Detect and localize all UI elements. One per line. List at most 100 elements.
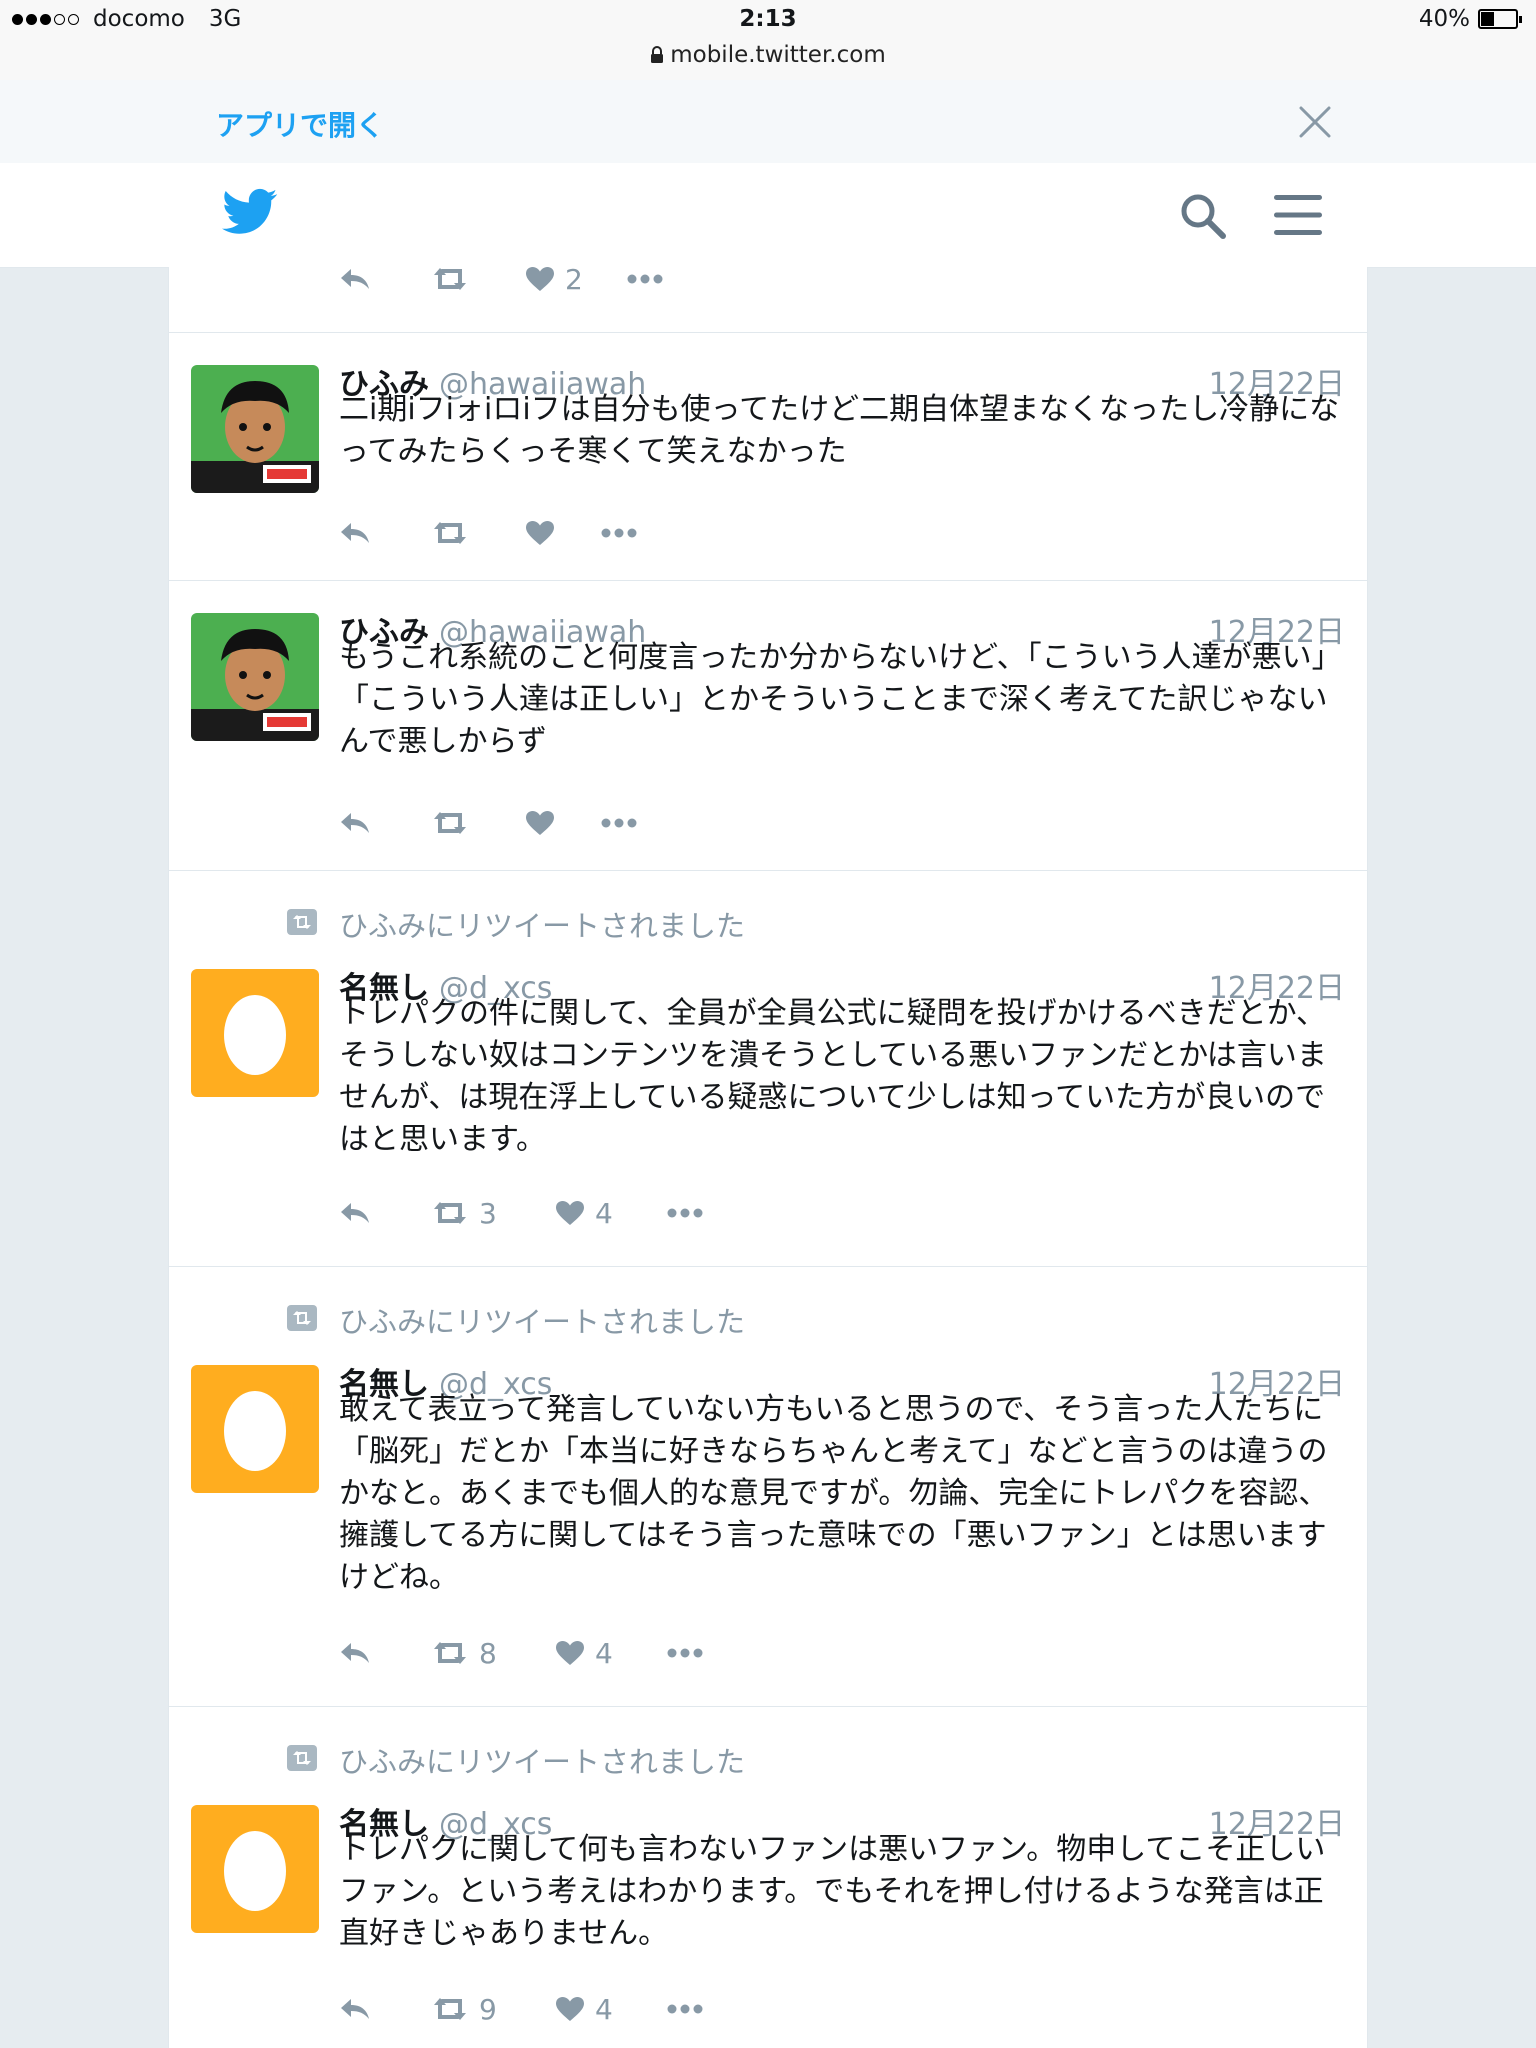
battery-status: 40% [1418, 6, 1522, 32]
more-icon [601, 818, 637, 828]
retweet-button[interactable]: 9 [431, 1989, 497, 2029]
avatar[interactable] [191, 365, 319, 493]
more-button[interactable] [667, 1193, 703, 1233]
more-button[interactable] [601, 513, 637, 553]
url-text: mobile.twitter.com [670, 42, 886, 68]
retweet-icon [434, 812, 466, 834]
anime-avatar-icon [191, 613, 319, 741]
url-bar[interactable]: mobile.twitter.com [0, 42, 1536, 68]
reply-icon [341, 813, 369, 833]
avatar[interactable] [191, 1805, 319, 1933]
retweet-icon [434, 1202, 466, 1224]
heart-icon [526, 521, 554, 545]
tweet-actions [339, 803, 739, 843]
search-icon[interactable] [1178, 191, 1228, 241]
avatar[interactable] [191, 1365, 319, 1493]
reply-icon [341, 269, 369, 289]
egg-avatar-icon [224, 1831, 286, 1911]
reply-button[interactable] [339, 1633, 371, 1673]
like-button[interactable]: 4 [555, 1633, 613, 1673]
retweet-button[interactable] [431, 513, 469, 553]
more-icon [667, 2004, 703, 2014]
like-count: 4 [595, 1636, 613, 1670]
like-count: 4 [595, 1992, 613, 2026]
retweet-indicator-icon [287, 909, 317, 935]
like-button[interactable]: 4 [555, 1989, 613, 2029]
twitter-bird-icon[interactable] [222, 187, 278, 237]
like-count: 2 [565, 267, 583, 296]
status-time: 2:13 [739, 6, 797, 32]
tweet-retweeted[interactable]: ひふみにリツイートされました 名無し @d_xcs 12月22日 トレパクに関して… [169, 1707, 1367, 2048]
retweet-count: 3 [479, 1196, 497, 1230]
reply-icon [341, 1203, 369, 1223]
like-count: 4 [595, 1196, 613, 1230]
heart-icon [556, 1997, 584, 2021]
heart-icon [556, 1641, 584, 1665]
reply-button[interactable] [339, 1193, 371, 1233]
retweet-button[interactable] [431, 267, 469, 299]
tweet-text: トレパクの件に関して、全員が全員公式に疑問を投げかけるべきだとか、そうしない奴は… [339, 996, 1327, 1157]
like-button[interactable] [525, 803, 555, 843]
open-in-app-link[interactable]: アプリで開く [216, 104, 384, 144]
tweet-partial[interactable]: 2 [169, 267, 1367, 333]
tweet-actions: 2 [339, 267, 739, 299]
retweeted-by-label[interactable]: ひふみにリツイートされました [339, 1299, 745, 1341]
lock-icon [651, 46, 664, 63]
more-button[interactable] [667, 1633, 703, 1673]
like-button[interactable]: 4 [555, 1193, 613, 1233]
anime-avatar-icon [191, 365, 319, 493]
tweet-text: もうこれ系統のこと何度言ったか分からないけど、「こういう人達が悪い」「こういう人… [339, 640, 1342, 759]
status-bar: docomo 3G 2:13 mobile.twitter.com 40% [0, 0, 1536, 81]
more-button[interactable] [667, 1989, 703, 2029]
menu-icon[interactable] [1272, 193, 1324, 237]
like-button[interactable] [525, 513, 555, 553]
timeline: 2 ひふみ @hawaiiawah 12月22日 二i期iフiォiロiフは自分も… [168, 267, 1368, 2048]
battery-icon [1478, 9, 1522, 29]
tweet-actions: 9 4 [339, 1989, 739, 2029]
tweet-retweeted[interactable]: ひふみにリツイートされました 名無し @d_xcs 12月22日 トレパクの件に関… [169, 871, 1367, 1267]
tweet-actions: 8 4 [339, 1633, 739, 1673]
retweet-icon [434, 1642, 466, 1664]
heart-icon [526, 267, 554, 291]
heart-icon [526, 811, 554, 835]
retweet-button[interactable] [431, 803, 469, 843]
retweet-icon [434, 1998, 466, 2020]
reply-button[interactable] [339, 267, 371, 299]
tweet-actions: 3 4 [339, 1193, 739, 1233]
retweet-button[interactable]: 8 [431, 1633, 497, 1673]
reply-button[interactable] [339, 803, 371, 843]
tweet-text: トレパクに関して何も言わないファンは悪いファン。物申してこそ正しいファン。という… [339, 1832, 1326, 1951]
retweet-indicator-icon [287, 1305, 317, 1331]
more-button[interactable] [627, 267, 663, 299]
retweet-indicator-icon [287, 1745, 317, 1771]
retweet-count: 8 [479, 1636, 497, 1670]
tweet[interactable]: ひふみ @hawaiiawah 12月22日 もうこれ系統のこと何度言ったか分から… [169, 581, 1367, 871]
open-in-app-banner: アプリで開く [0, 80, 1536, 164]
reply-button[interactable] [339, 513, 371, 553]
egg-avatar-icon [224, 1391, 286, 1471]
more-button[interactable] [601, 803, 637, 843]
more-icon [601, 528, 637, 538]
reply-icon [341, 1643, 369, 1663]
tweet[interactable]: ひふみ @hawaiiawah 12月22日 二i期iフiォiロiフは自分も使って… [169, 333, 1367, 581]
reply-icon [341, 1999, 369, 2019]
tweet-actions [339, 513, 739, 553]
avatar[interactable] [191, 969, 319, 1097]
reply-icon [341, 523, 369, 543]
battery-percent: 40% [1418, 6, 1470, 32]
close-icon[interactable] [1298, 105, 1332, 139]
tweet-retweeted[interactable]: ひふみにリツイートされました 名無し @d_xcs 12月22日 敢えて表立って発… [169, 1267, 1367, 1707]
retweet-icon [434, 522, 466, 544]
egg-avatar-icon [224, 995, 286, 1075]
retweet-button[interactable]: 3 [431, 1193, 497, 1233]
more-icon [667, 1648, 703, 1658]
heart-icon [556, 1201, 584, 1225]
reply-button[interactable] [339, 1989, 371, 2029]
app-header [0, 163, 1536, 268]
retweeted-by-label[interactable]: ひふみにリツイートされました [339, 903, 745, 945]
tweet-text: 二i期iフiォiロiフは自分も使ってたけど二期自体望まなくなったし冷静になってみ… [339, 392, 1340, 469]
retweeted-by-label[interactable]: ひふみにリツイートされました [339, 1739, 745, 1781]
more-icon [627, 274, 663, 284]
like-button[interactable]: 2 [525, 267, 583, 299]
avatar[interactable] [191, 613, 319, 741]
